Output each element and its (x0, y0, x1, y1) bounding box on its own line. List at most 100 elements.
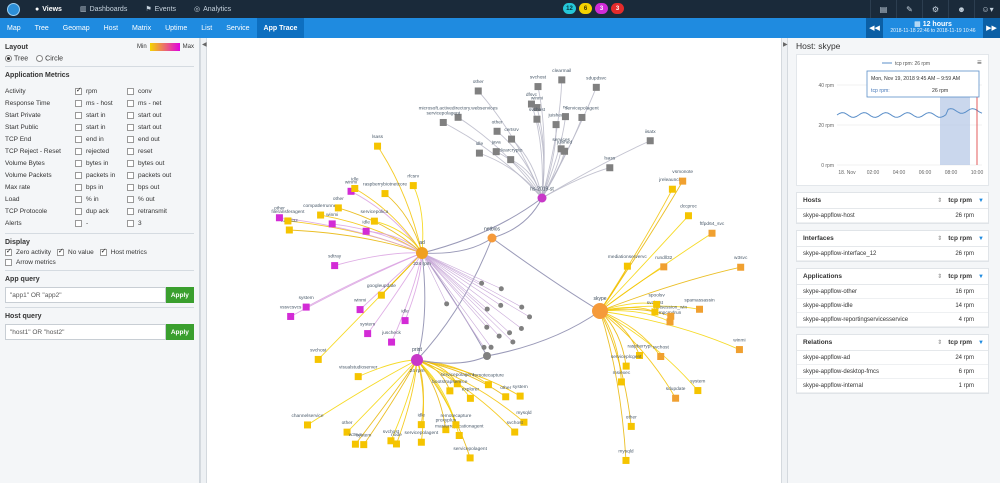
gears-icon[interactable]: ⚙ (922, 0, 948, 18)
metric-option-a[interactable]: bps in (75, 183, 127, 191)
graph-hub-skype[interactable] (592, 303, 608, 319)
graph-node[interactable] (377, 291, 385, 299)
tab-uptime[interactable]: Uptime (158, 18, 194, 38)
graph-node[interactable] (481, 344, 487, 350)
alert-badge[interactable]: 12 (563, 3, 576, 14)
graph-node[interactable] (439, 118, 447, 126)
sort-icon[interactable]: ⇕ (937, 197, 942, 204)
graph-node[interactable] (493, 127, 501, 135)
host-metrics-checkbox[interactable]: Host metrics (99, 247, 147, 257)
graph-node[interactable] (511, 428, 519, 436)
graph-node[interactable] (484, 324, 490, 330)
graph-node[interactable] (623, 262, 631, 270)
metric-option-b[interactable]: start out (127, 111, 179, 119)
alert-badge[interactable]: 6 (579, 3, 592, 14)
graph-node[interactable] (496, 333, 502, 339)
graph-node[interactable] (622, 362, 630, 370)
metric-option-b[interactable]: conv (127, 87, 179, 95)
graph-node[interactable] (328, 220, 336, 228)
graph-node[interactable] (737, 263, 745, 271)
graph-node[interactable] (354, 373, 362, 381)
tab-list[interactable]: List (194, 18, 219, 38)
chevron-down-icon[interactable]: ▼ (978, 340, 984, 346)
panel-row[interactable]: skype-appflow-ad 24 rpm (797, 351, 988, 365)
graph-node[interactable] (519, 304, 525, 310)
graph-node[interactable] (557, 145, 565, 153)
app-query-input[interactable] (5, 287, 166, 304)
chevron-down-icon[interactable]: ▼ (978, 274, 984, 280)
graph-node[interactable] (667, 312, 675, 320)
host-query-apply-button[interactable]: Apply (165, 324, 194, 341)
graph-node[interactable] (287, 312, 295, 320)
arrow-metrics-checkbox[interactable]: Arrow metrics (5, 259, 56, 267)
graph-node[interactable] (708, 229, 716, 237)
tab-host[interactable]: Host (97, 18, 125, 38)
graph-hub-hs2019[interactable] (537, 193, 547, 203)
metric-option-b[interactable]: % out (127, 195, 179, 203)
metric-option-a[interactable]: % in (75, 195, 127, 203)
right-splitter[interactable]: ▶ (781, 38, 788, 483)
graph-node[interactable] (533, 115, 541, 123)
graph-node[interactable] (479, 280, 485, 286)
tab-tree[interactable]: Tree (28, 18, 56, 38)
metric-option-b[interactable]: start out (127, 123, 179, 131)
time-back-icon[interactable]: ◀◀ (866, 18, 883, 38)
document-icon[interactable]: ▤ (870, 0, 896, 18)
host-query-input[interactable] (5, 324, 166, 341)
graph-node[interactable] (507, 156, 515, 164)
chart-menu-icon[interactable]: ≡ (977, 58, 982, 67)
graph-node[interactable] (518, 326, 524, 332)
graph-node[interactable] (334, 204, 342, 212)
time-forward-icon[interactable]: ▶▶ (983, 18, 1000, 38)
graph-node[interactable] (314, 355, 322, 363)
graph-hub-print[interactable] (411, 354, 423, 366)
metric-option-b[interactable]: packets out (127, 171, 179, 179)
graph-node[interactable] (356, 306, 364, 314)
graph-node[interactable] (401, 317, 409, 325)
tab-app-trace[interactable]: App Trace (256, 18, 305, 38)
panel-row[interactable]: skype-appflow-interface_12 26 rpm (797, 247, 988, 261)
graph-node[interactable] (606, 164, 614, 172)
graph-node[interactable] (388, 338, 396, 346)
topnav-events[interactable]: ⚑ Events (136, 0, 185, 18)
graph-node[interactable] (317, 211, 325, 219)
graph-node[interactable] (444, 301, 450, 307)
graph-node[interactable] (275, 214, 283, 222)
metric-option-b[interactable]: ms - net (127, 99, 179, 107)
graph-node[interactable] (617, 378, 625, 386)
graph-node[interactable] (364, 330, 372, 338)
metric-option-b[interactable]: bytes out (127, 159, 179, 167)
zero-activity-checkbox[interactable]: Zero activity (5, 247, 51, 257)
panel-row[interactable]: skype-appflow-reportingservicesservice 4 … (797, 313, 988, 327)
panel-row[interactable]: skype-appflow-idle 14 rpm (797, 299, 988, 313)
graph-node[interactable] (302, 303, 310, 311)
panel-row[interactable]: skype-appflow-internal 1 rpm (797, 379, 988, 393)
metric-option-a[interactable]: dup ack (75, 207, 127, 215)
tab-service[interactable]: Service (219, 18, 256, 38)
graph-node[interactable] (466, 394, 474, 402)
graph-node[interactable] (684, 212, 692, 220)
graph-node[interactable] (351, 440, 359, 448)
metric-option-a[interactable]: start in (75, 123, 127, 131)
topnav-dashboards[interactable]: ▥ Dashboards (71, 0, 136, 18)
graph-hub-netbios[interactable] (487, 233, 497, 243)
graph-node[interactable] (331, 262, 339, 270)
chart-canvas[interactable]: 40 rpm 20 rpm 0 rpm 18. Nov 02:00 04:00 06:00 0… (797, 55, 988, 185)
panel-row[interactable]: skype-appflow-host 26 rpm (797, 209, 988, 223)
graph-node[interactable] (466, 454, 474, 462)
chevron-down-icon[interactable]: ▼ (978, 198, 984, 204)
graph-node[interactable] (303, 421, 311, 429)
metric-option-a[interactable]: rpm (75, 86, 127, 95)
layout-tree-radio[interactable]: Tree (5, 55, 28, 62)
graph-node[interactable] (622, 456, 630, 464)
graph-node[interactable] (498, 286, 504, 292)
app-query-apply-button[interactable]: Apply (165, 287, 194, 304)
panel-row[interactable]: skype-appflow-other 16 rpm (797, 285, 988, 299)
graph-node[interactable] (558, 76, 566, 84)
panel-row[interactable]: skype-appflow-desktop-fmcs 6 rpm (797, 365, 988, 379)
graph-node[interactable] (660, 263, 668, 271)
topnav-views[interactable]: ● Views (26, 0, 71, 18)
metric-option-b[interactable]: end out (127, 135, 179, 143)
graph-node[interactable] (484, 306, 490, 312)
graph-node[interactable] (446, 387, 454, 395)
